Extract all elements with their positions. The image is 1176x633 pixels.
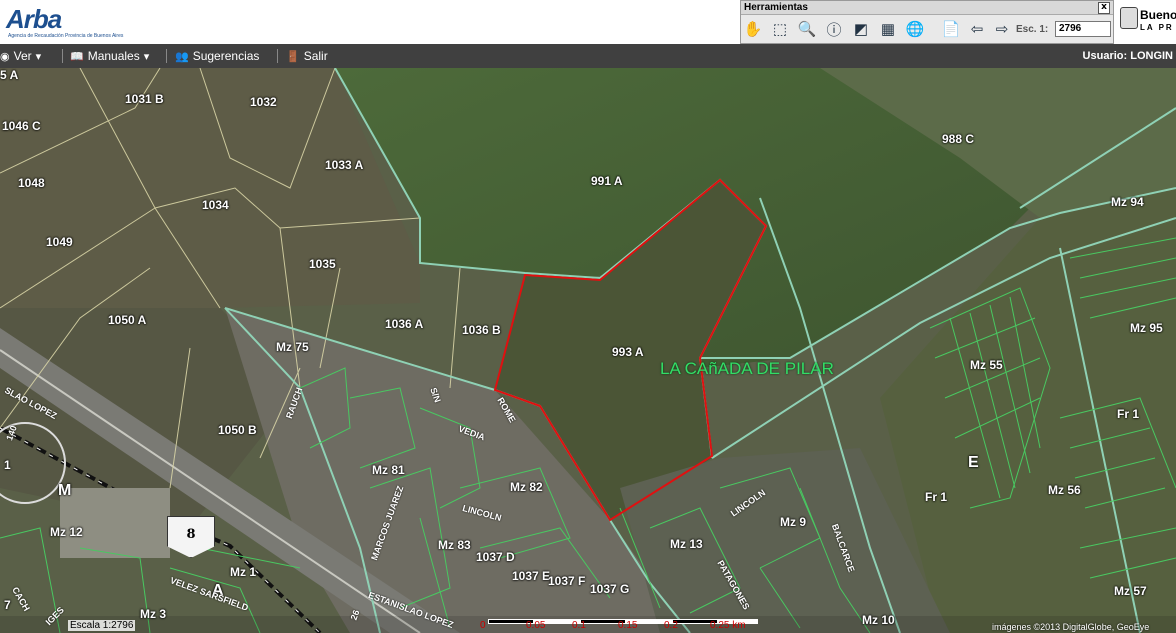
menu-bar: ◉ Ver ▾ 📖 Manuales ▾ 👥 Sugerencias 🚪 Sal… xyxy=(0,44,1176,68)
parcel-label: 1032 xyxy=(250,95,277,109)
book-icon: 📖 xyxy=(70,50,84,63)
parcel-label: Mz 57 xyxy=(1114,584,1147,598)
scale-tick: 0.05 xyxy=(526,620,546,631)
area-name-label: LA CAñADA DE PILAR xyxy=(660,359,834,378)
parcel-label: M xyxy=(58,482,72,499)
parcel-label: 993 A xyxy=(612,345,644,359)
parcel-label: 1033 A xyxy=(325,158,364,172)
tools-title: Herramientas xyxy=(741,1,1113,15)
parcel-label: E xyxy=(968,454,979,471)
eye-icon: ◉ xyxy=(0,50,10,63)
parcel-label: 988 C xyxy=(942,132,975,146)
back-arrow-icon[interactable]: ⇦ xyxy=(966,18,988,40)
exit-icon: 🚪 xyxy=(286,50,300,63)
scale-tick: 0.1 xyxy=(572,620,586,631)
pdf-icon[interactable]: 📄 xyxy=(940,18,962,40)
parcel-label: 1049 xyxy=(46,235,73,249)
parcel-label: 1036 B xyxy=(462,323,501,337)
menu-separator xyxy=(62,49,63,63)
parcel-label: 1036 A xyxy=(385,317,424,331)
parcel-label: Mz 1 xyxy=(230,565,257,579)
scale-text: Escala 1:2796 xyxy=(68,620,136,631)
menu-separator xyxy=(166,49,167,63)
parcel-label: 1037 D xyxy=(476,550,515,564)
menu-salir-label: Salir xyxy=(303,49,328,63)
parcel-label: Mz 10 xyxy=(862,613,895,627)
parcel-label: Mz 9 xyxy=(780,515,807,529)
map-view[interactable]: 5 A 1031 B 1032 1046 C 1048 1033 A 991 A… xyxy=(0,68,1176,633)
people-icon: 👥 xyxy=(175,50,189,63)
menu-sugerencias-label: Sugerencias xyxy=(192,49,260,63)
brand-line-1: Buenos xyxy=(1140,8,1176,22)
header: Arba Agencia de Recaudación Provincia de… xyxy=(0,0,1176,44)
parcel-label: 7 xyxy=(4,598,11,612)
scale-tick: 0 xyxy=(480,620,486,631)
hand-pan-icon[interactable]: ✋ xyxy=(742,18,764,40)
menu-separator xyxy=(277,49,278,63)
chevron-down-icon: ▾ xyxy=(143,50,150,63)
menu-manuales[interactable]: 📖 Manuales ▾ xyxy=(70,49,149,63)
parcel-label: Mz 94 xyxy=(1111,195,1144,209)
scale-tick-labels: 0 0.05 0.1 0.15 0.2 0.25 km xyxy=(480,620,756,631)
forward-arrow-icon[interactable]: ⇨ xyxy=(991,18,1013,40)
parcel-label: Mz 12 xyxy=(50,525,83,539)
scale-tick: 0.25 km xyxy=(710,620,746,631)
parcel-label: 991 A xyxy=(591,174,623,188)
parcel-label: 1037 F xyxy=(548,574,586,588)
chevron-down-icon: ▾ xyxy=(35,50,42,63)
parcel-label: 5 A xyxy=(0,68,19,82)
arba-logo[interactable]: Arba Agencia de Recaudación Provincia de… xyxy=(6,4,123,40)
menu-manuales-label: Manuales xyxy=(87,49,140,63)
parcel-label: 1050 B xyxy=(218,423,257,437)
parcel-label: Mz 75 xyxy=(276,340,309,354)
zoom-out-icon[interactable]: 🔍 xyxy=(796,18,818,40)
parcel-label: Mz 13 xyxy=(670,537,703,551)
parcel-label: 1046 C xyxy=(2,119,41,133)
parcel-label: Mz 81 xyxy=(372,463,405,477)
brand-line-2: LA PR xyxy=(1140,23,1174,32)
parcel-label: 1037 G xyxy=(590,582,630,596)
imagery-copyright: imágenes ©2013 DigitalGlobe, GeoEye xyxy=(992,622,1150,632)
parcel-label: 1037 E xyxy=(512,569,551,583)
parcel-label: Mz 3 xyxy=(140,607,167,621)
scale-bar xyxy=(488,611,768,624)
parcel-label: Fr 1 xyxy=(1117,407,1140,421)
province-seal-icon xyxy=(1120,7,1138,29)
scale-input[interactable]: 2796 xyxy=(1055,21,1111,37)
parcel-label: Mz 56 xyxy=(1048,483,1081,497)
parcel-label: Mz 55 xyxy=(970,358,1003,372)
buenos-aires-brand: Buenos LA PR xyxy=(1118,3,1176,41)
menu-salir[interactable]: 🚪 Salir xyxy=(286,49,328,63)
scale-label: Esc. 1: xyxy=(1016,24,1049,35)
parcel-label: 1048 xyxy=(18,176,45,190)
logo-tagline: Agencia de Recaudación Provincia de Buen… xyxy=(8,33,124,39)
parcel-label: 1035 xyxy=(309,257,336,271)
parcel-label: Mz 82 xyxy=(510,480,543,494)
close-tools-button[interactable]: x xyxy=(1098,2,1110,14)
parcel-label: 1031 B xyxy=(125,92,164,106)
zoom-box-icon[interactable]: ⬚ xyxy=(769,18,791,40)
logo-text: Arba xyxy=(6,4,62,34)
menu-ver[interactable]: ◉ Ver ▾ xyxy=(0,49,41,63)
parcel-label: Fr 1 xyxy=(925,490,948,504)
measure-icon[interactable]: ◩ xyxy=(850,18,872,40)
parcel-label: Mz 95 xyxy=(1130,321,1163,335)
route-number: 8 xyxy=(186,527,196,542)
parcel-label: 1034 xyxy=(202,198,229,212)
scale-tick: 0.2 xyxy=(664,620,678,631)
parcel-label: Mz 83 xyxy=(438,538,471,552)
parcel-label: 1 xyxy=(4,458,11,472)
menu-sugerencias[interactable]: 👥 Sugerencias xyxy=(175,49,259,63)
menu-ver-label: Ver xyxy=(13,49,32,63)
user-label: Usuario: LONGIN xyxy=(1082,50,1173,62)
info-icon[interactable]: ⓘ xyxy=(823,18,845,40)
grid-icon[interactable]: ▦ xyxy=(877,18,899,40)
scale-tick: 0.15 xyxy=(618,620,638,631)
parcel-label: 1050 A xyxy=(108,313,147,327)
globe-icon[interactable]: 🌐 xyxy=(904,18,926,40)
